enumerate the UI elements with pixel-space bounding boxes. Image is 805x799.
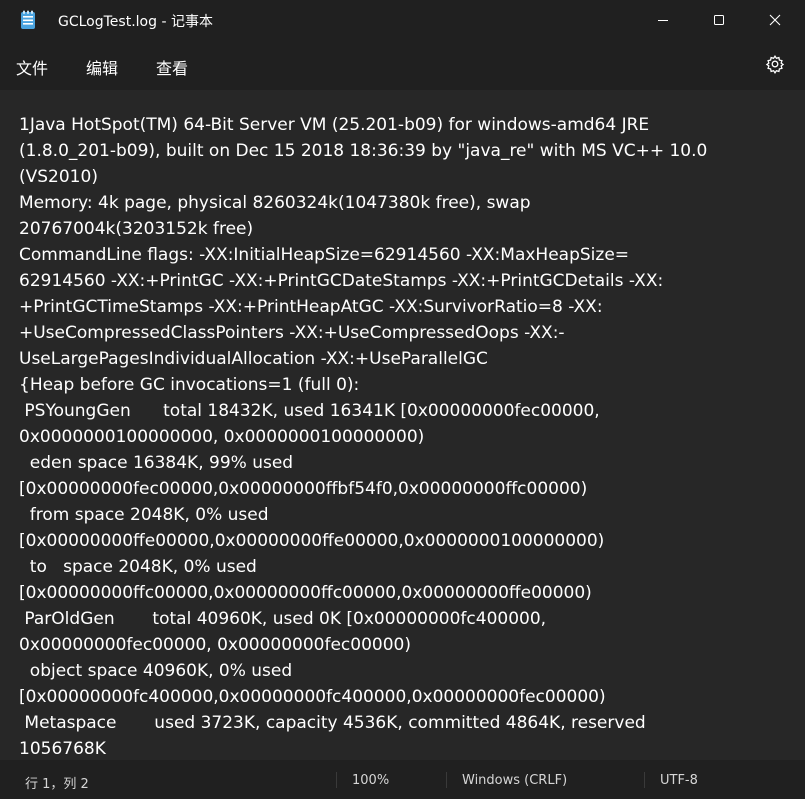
notepad-window: GCLogTest.log - 记事本 文件 编辑 查看 1Java HotSp…: [0, 0, 805, 799]
text-line: ParOldGen total 40960K, used 0K [0x00000…: [19, 609, 547, 629]
text-line: (VS2010): [19, 167, 98, 187]
text-line: 1056768K: [19, 739, 106, 759]
status-bar: 行 1，列 2 100% Windows (CRLF) UTF-8: [0, 760, 805, 799]
cursor-position: 行 1，列 2: [25, 777, 89, 792]
text-line: 0x00000000fec00000, 0x00000000fec00000): [19, 635, 411, 655]
text-line: UseLargePagesIndividualAllocation -XX:+U…: [19, 349, 488, 369]
text-line: [0x00000000ffe00000,0x00000000ffe00000,0…: [19, 531, 605, 551]
text-line: CommandLine flags: -XX:InitialHeapSize=6…: [19, 245, 630, 265]
zoom-level[interactable]: 100%: [352, 773, 389, 788]
title-bar[interactable]: GCLogTest.log - 记事本: [0, 0, 805, 40]
text-line: to space 2048K, 0% used: [19, 557, 257, 577]
text-line: 1Java HotSpot(TM) 64-Bit Server VM (25.2…: [19, 115, 650, 135]
window-title: GCLogTest.log - 记事本: [58, 14, 213, 30]
status-divider: [336, 772, 337, 788]
close-button[interactable]: [752, 0, 798, 40]
text-line: Metaspace used 3723K, capacity 4536K, co…: [19, 713, 646, 733]
text-line: from space 2048K, 0% used: [19, 505, 269, 525]
close-icon: [769, 14, 781, 26]
text-line: {Heap before GC invocations=1 (full 0):: [19, 375, 360, 395]
text-editor[interactable]: 1Java HotSpot(TM) 64-Bit Server VM (25.2…: [0, 90, 805, 760]
text-line: (1.8.0_201-b09), built on Dec 15 2018 18…: [19, 141, 708, 161]
menu-view[interactable]: 查看: [156, 55, 188, 79]
text-line: Memory: 4k page, physical 8260324k(10473…: [19, 193, 531, 213]
text-line: object space 40960K, 0% used: [19, 661, 293, 681]
menu-bar: 文件 编辑 查看: [0, 40, 805, 90]
maximize-icon: [714, 15, 724, 25]
notepad-icon: [20, 10, 36, 30]
text-line: [0x00000000fec00000,0x00000000ffbf54f0,0…: [19, 479, 588, 499]
text-line: PSYoungGen total 18432K, used 16341K [0x…: [19, 401, 600, 421]
minimize-button[interactable]: [640, 0, 686, 40]
text-line: eden space 16384K, 99% used: [19, 453, 294, 473]
text-line: +UseCompressedClassPointers -XX:+UseComp…: [19, 323, 565, 343]
editor-content[interactable]: 1Java HotSpot(TM) 64-Bit Server VM (25.2…: [19, 112, 789, 760]
settings-button[interactable]: [764, 53, 786, 75]
text-line: 20767004k(3203152k free): [19, 219, 254, 239]
maximize-button[interactable]: [696, 0, 742, 40]
minimize-icon: [658, 20, 668, 21]
text-line: [0x00000000fc400000,0x00000000fc400000,0…: [19, 687, 606, 707]
status-divider: [644, 772, 645, 788]
text-line: +PrintGCTimeStamps -XX:+PrintHeapAtGC -X…: [19, 297, 603, 317]
text-line: [0x00000000ffc00000,0x00000000ffc00000,0…: [19, 583, 592, 603]
menu-file[interactable]: 文件: [16, 55, 48, 79]
status-divider: [446, 772, 447, 788]
line-ending: Windows (CRLF): [462, 773, 568, 788]
text-line: 62914560 -XX:+PrintGC -XX:+PrintGCDateSt…: [19, 271, 664, 291]
encoding: UTF-8: [660, 773, 698, 788]
menu-edit[interactable]: 编辑: [86, 55, 118, 79]
gear-icon: [765, 55, 785, 74]
text-line: 0x0000000100000000, 0x0000000100000000): [19, 427, 425, 447]
